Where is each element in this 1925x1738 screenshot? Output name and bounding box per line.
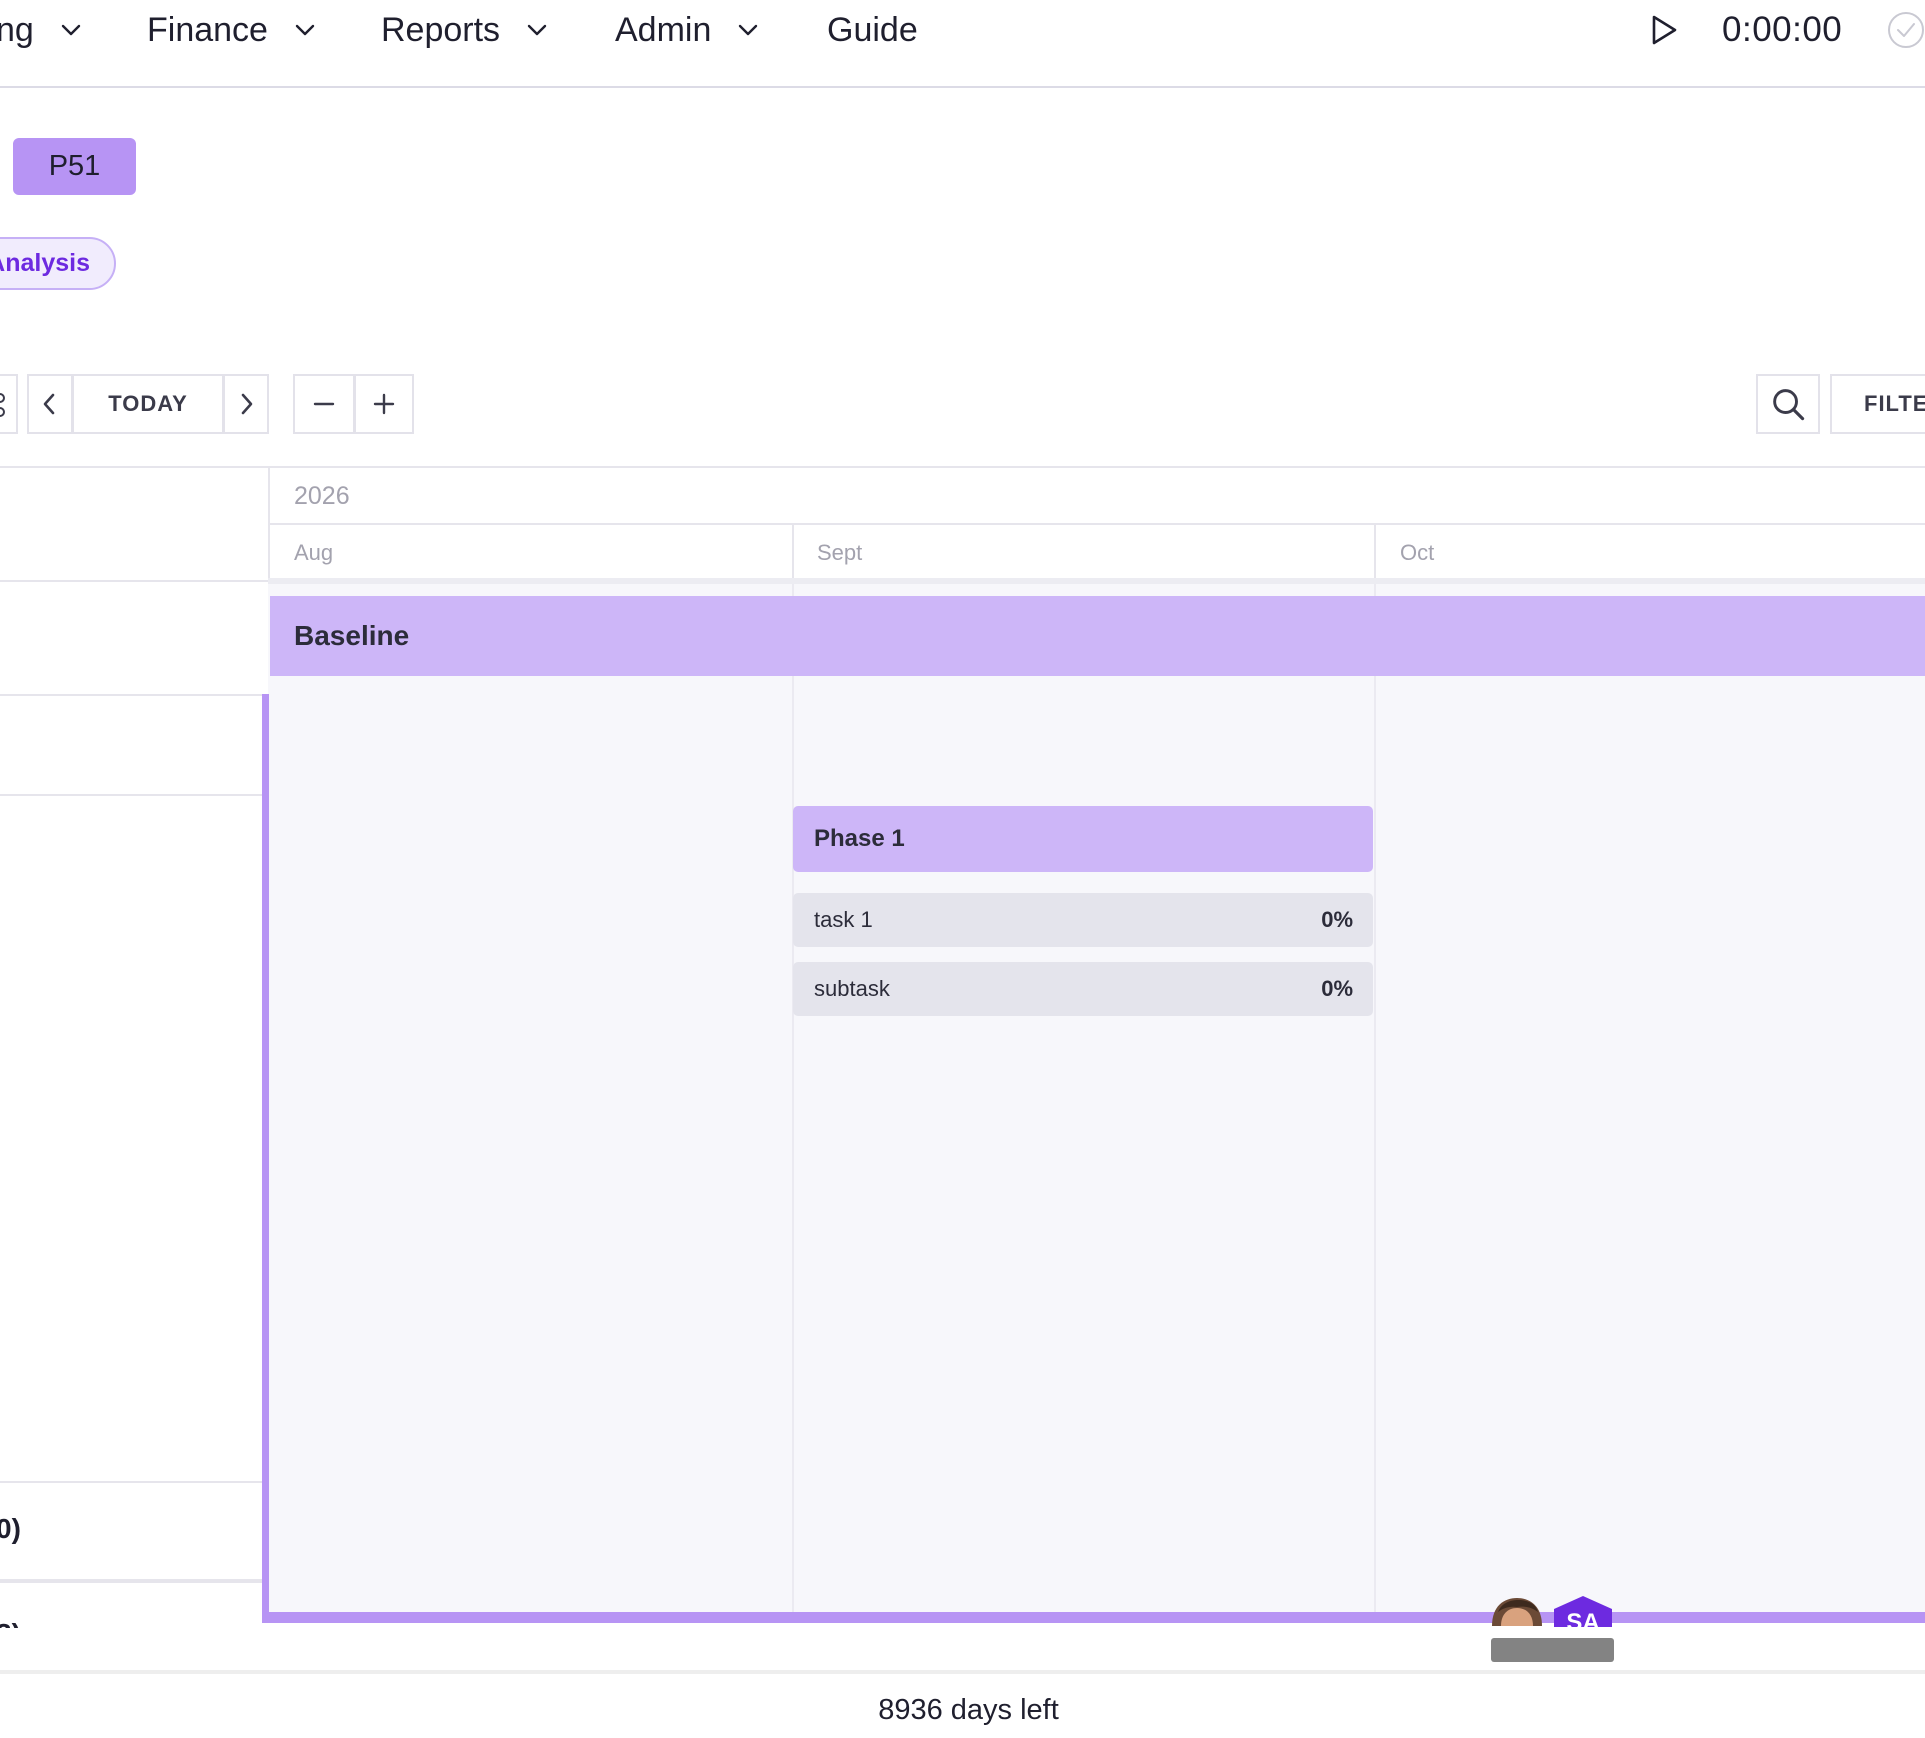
nav-item-label: Admin — [615, 10, 712, 49]
task-label: task 1 — [814, 907, 873, 932]
row-divider — [0, 580, 268, 582]
nav-item-label: Finance — [147, 10, 268, 49]
row-label: 3) — [0, 1618, 21, 1628]
timer-display: 0:00:00 — [1722, 10, 1843, 49]
nav-item-guide[interactable]: Guide — [827, 0, 918, 60]
view-toggle-button[interactable] — [0, 374, 18, 434]
plus-icon — [373, 393, 395, 415]
nav-item-label: ng — [0, 10, 34, 49]
chevron-left-icon — [43, 393, 55, 415]
month-label-sept: Sept — [817, 540, 863, 565]
nav-item-finance[interactable]: Finance — [147, 0, 316, 60]
filter-button[interactable]: FILTE — [1830, 374, 1925, 434]
baseline-frame-left — [262, 694, 269, 1622]
top-navigation: ng Finance Reports Admin Guide 0:00:00 — [0, 0, 1925, 88]
task-label: subtask — [814, 976, 890, 1001]
chevron-down-icon — [739, 24, 758, 36]
nav-item-partial[interactable]: ng — [0, 0, 82, 60]
gantt-top-border — [0, 466, 1925, 468]
days-left-text: 8936 days left — [878, 1694, 1059, 1726]
search-button[interactable] — [1756, 374, 1820, 434]
prev-period-button[interactable] — [27, 374, 73, 434]
month-divider — [1374, 524, 1376, 580]
baseline-bar[interactable]: Baseline — [270, 596, 1925, 676]
chevron-down-icon — [295, 24, 315, 36]
row-divider — [0, 1481, 262, 1483]
month-label-oct: Oct — [1400, 540, 1435, 565]
chevron-down-icon — [61, 24, 81, 36]
month-gridline — [792, 584, 794, 1612]
row-divider — [0, 694, 262, 696]
nav-item-reports[interactable]: Reports — [381, 0, 548, 60]
task-bar[interactable]: subtask 0% — [793, 962, 1373, 1016]
today-button[interactable]: TODAY — [72, 374, 224, 434]
task-progress: 0% — [1321, 976, 1353, 1001]
chevron-down-icon — [527, 24, 547, 36]
baseline-frame-bottom — [262, 1612, 1925, 1623]
month-divider — [792, 524, 794, 580]
zoom-in-button[interactable] — [354, 374, 414, 434]
phase-label: Phase 1 — [814, 825, 905, 852]
avatar-tooltip-bar — [1491, 1638, 1614, 1662]
minus-icon — [313, 402, 335, 406]
row-label: 0) — [0, 1513, 21, 1544]
month-label-aug: Aug — [294, 540, 334, 565]
nav-item-label: Guide — [827, 10, 918, 49]
project-code-badge: P51 — [13, 138, 136, 195]
user-avatar-initials[interactable]: SA — [1552, 1595, 1614, 1627]
chevron-right-icon — [241, 393, 253, 415]
trial-footer: 8936 days left — [0, 1694, 1925, 1727]
avatar-initials-text: SA — [1566, 1609, 1600, 1627]
row-divider — [0, 794, 262, 796]
month-gridline — [1374, 584, 1376, 1612]
play-icon[interactable] — [1645, 12, 1681, 48]
analysis-chip[interactable]: Analysis — [0, 237, 116, 290]
phase-bar[interactable]: Phase 1 — [793, 806, 1373, 872]
check-circle-icon[interactable] — [1886, 10, 1925, 50]
zoom-out-button[interactable] — [293, 374, 355, 434]
task-progress: 0% — [1321, 907, 1353, 932]
share-icon — [0, 393, 5, 417]
next-period-button[interactable] — [223, 374, 269, 434]
row-divider — [0, 1579, 262, 1583]
nav-item-label: Reports — [381, 10, 501, 49]
user-avatar-photo[interactable] — [1488, 1596, 1546, 1626]
gantt-chart-area — [268, 584, 1925, 1612]
footer-divider — [0, 1670, 1925, 1674]
task-bar[interactable]: task 1 0% — [793, 893, 1373, 947]
timeline-year: 2026 — [294, 482, 350, 510]
nav-item-admin[interactable]: Admin — [615, 0, 759, 60]
search-icon — [1773, 389, 1805, 421]
year-row-border — [268, 523, 1925, 525]
